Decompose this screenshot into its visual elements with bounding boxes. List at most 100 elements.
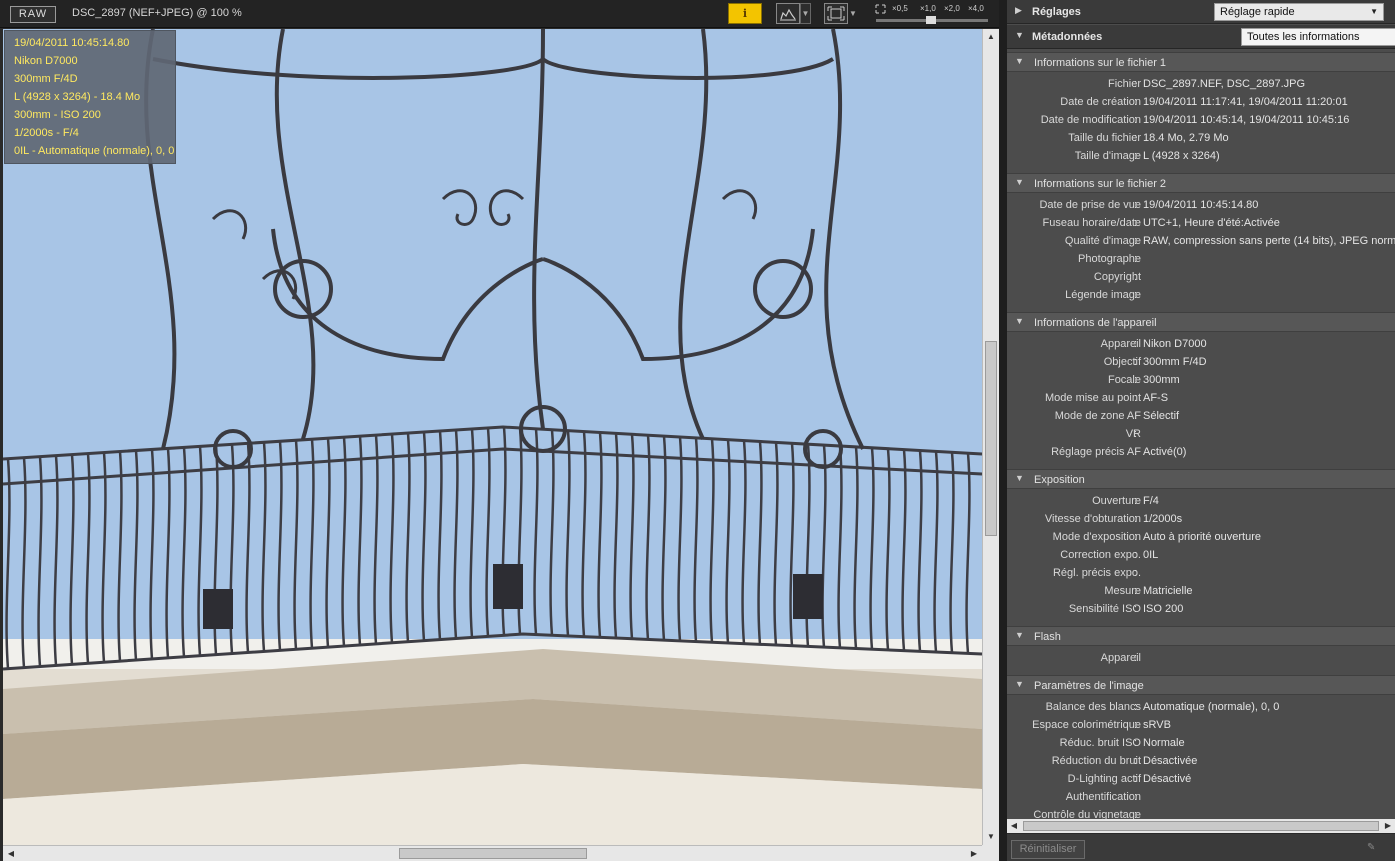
metadata-value: UTC+1, Heure d'été:Activée xyxy=(1143,217,1280,229)
histogram-dropdown[interactable]: ▼ xyxy=(800,3,811,24)
collapse-arrow-icon[interactable]: ▼ xyxy=(1015,56,1024,66)
metadata-section-title: Paramètres de l'image xyxy=(1034,680,1144,692)
fit-dropdown-icon[interactable]: ▼ xyxy=(849,9,857,18)
metadata-value: 19/04/2011 11:17:41, 19/04/2011 11:20:01 xyxy=(1143,96,1348,108)
metadonnees-filter-select[interactable]: Toutes les informations xyxy=(1241,28,1395,46)
scroll-left-icon[interactable]: ◀ xyxy=(1007,819,1021,833)
overlay-line: L (4928 x 3264) - 18.4 Mo xyxy=(14,91,141,103)
collapse-arrow-icon[interactable]: ▼ xyxy=(1015,30,1024,40)
metadata-colon: : xyxy=(1134,132,1138,144)
viewnx-window: RAW DSC_2897 (NEF+JPEG) @ 100 % i ▼ ▼ ×0… xyxy=(0,0,1395,861)
vertical-scrollbar[interactable]: ▲ ▼ xyxy=(982,29,999,845)
edit-icon[interactable]: ✎ xyxy=(1367,842,1381,854)
image-viewer: RAW DSC_2897 (NEF+JPEG) @ 100 % i ▼ ▼ ×0… xyxy=(0,0,1000,861)
metadata-value: Désactivé xyxy=(1143,773,1192,785)
metadata-row: Réduction du bruit: Désactivée xyxy=(1007,753,1395,771)
raw-button[interactable]: RAW xyxy=(10,6,56,23)
collapse-arrow-icon[interactable]: ▼ xyxy=(1015,177,1024,187)
metadata-section-header[interactable]: ▼ Exposition xyxy=(1007,469,1395,489)
horizontal-scroll-thumb[interactable] xyxy=(399,848,587,859)
fit-screen-button[interactable] xyxy=(824,3,848,24)
overlay-line: 19/04/2011 10:45:14.80 xyxy=(14,37,130,49)
metadata-row: Taille du fichier:18.4 Mo, 2.79 Mo xyxy=(1007,130,1395,148)
panel-scroll-thumb[interactable] xyxy=(1023,821,1379,831)
metadata-key: Légende image xyxy=(1065,289,1141,301)
histogram-button[interactable] xyxy=(776,3,800,24)
metadata-value: RAW, compression sans perte (14 bits), J… xyxy=(1143,235,1395,247)
metadata-row: Copyright: xyxy=(1007,269,1395,287)
collapse-arrow-icon[interactable]: ▼ xyxy=(1015,473,1024,483)
metadata-colon: : xyxy=(1134,96,1138,108)
metadata-row: Réglage précis AF: Activé(0) xyxy=(1007,444,1395,462)
collapse-arrow-icon[interactable]: ▼ xyxy=(1015,316,1024,326)
horizontal-scrollbar[interactable]: ◀ ▶ xyxy=(3,845,982,861)
metadata-section-header[interactable]: ▼ Flash xyxy=(1007,626,1395,646)
collapse-arrow-icon[interactable]: ▼ xyxy=(1015,630,1024,640)
metadata-colon: : xyxy=(1134,549,1138,561)
metadonnees-header[interactable]: ▼ Métadonnées Toutes les informations xyxy=(1007,25,1395,49)
metadata-row: Sensibilité ISO: ISO 200 xyxy=(1007,601,1395,619)
metadata-row: Appareil: xyxy=(1007,650,1395,668)
metadata-row: Authentification: xyxy=(1007,789,1395,807)
scroll-up-icon[interactable]: ▲ xyxy=(983,29,999,45)
metadata-colon: : xyxy=(1134,356,1138,368)
metadata-value: 19/04/2011 10:45:14.80 xyxy=(1143,199,1259,211)
metadata-section-title: Exposition xyxy=(1034,474,1085,486)
metadata-key: Qualité d'image xyxy=(1064,235,1141,247)
metadata-section-title: Flash xyxy=(1034,631,1061,643)
scroll-down-icon[interactable]: ▼ xyxy=(983,829,999,845)
info-overlay-button[interactable]: i xyxy=(728,3,762,24)
collapse-arrow-icon[interactable]: ▼ xyxy=(1015,679,1024,689)
metadata-section-header[interactable]: ▼ Informations de l'appareil xyxy=(1007,312,1395,332)
fit-screen-icon xyxy=(827,6,845,21)
reglages-header[interactable]: ▶ Réglages Réglage rapide ▼ xyxy=(1007,0,1395,24)
metadata-colon: : xyxy=(1134,652,1138,664)
metadata-colon: : xyxy=(1134,150,1138,162)
metadata-colon: : xyxy=(1134,199,1138,211)
zoom-slider[interactable]: ×0,5 ×1,0 ×2,0 ×4,0 xyxy=(870,2,992,26)
metadata-value: Automatique (normale), 0, 0 xyxy=(1143,701,1280,713)
metadata-value: Matricielle xyxy=(1143,585,1193,597)
metadata-value: 0IL xyxy=(1143,549,1159,561)
metadata-colon: : xyxy=(1134,495,1138,507)
overlay-line: 300mm - ISO 200 xyxy=(14,109,101,121)
expand-arrow-icon[interactable]: ▶ xyxy=(1015,5,1022,16)
metadata-key: Réduc. bruit ISO xyxy=(1059,737,1141,749)
metadata-value: 300mm F/4D xyxy=(1143,356,1207,368)
vertical-scroll-thumb[interactable] xyxy=(985,341,997,536)
reglages-title: Réglages xyxy=(1032,6,1081,18)
metadata-key: Date de modification xyxy=(1040,114,1141,126)
zoom-thumb[interactable] xyxy=(926,16,936,24)
reset-button[interactable]: Réinitialiser xyxy=(1011,840,1085,859)
metadata-row: Taille d'image: L (4928 x 3264) xyxy=(1007,148,1395,166)
metadata-colon: : xyxy=(1134,719,1138,731)
metadata-key: Mode d'exposition xyxy=(1052,531,1141,543)
overlay-line: Nikon D7000 xyxy=(14,55,78,67)
metadata-key: Taille du fichier xyxy=(1068,132,1141,144)
metadata-key: Balance des blancs xyxy=(1045,701,1141,713)
metadata-colon: : xyxy=(1134,603,1138,615)
metadata-value: Auto à priorité ouverture xyxy=(1143,531,1262,543)
reglages-select[interactable]: Réglage rapide ▼ xyxy=(1214,3,1384,21)
metadata-key: Taille d'image xyxy=(1074,150,1141,162)
metadata-colon: : xyxy=(1134,701,1138,713)
panel-splitter[interactable] xyxy=(999,0,1007,861)
metadata-row: Réduc. bruit ISO: Normale xyxy=(1007,735,1395,753)
metadata-section-header[interactable]: ▼ Paramètres de l'image xyxy=(1007,675,1395,695)
scroll-right-icon[interactable]: ▶ xyxy=(966,846,982,861)
metadata-key: Réduction du bruit xyxy=(1051,755,1141,767)
metadata-section-header[interactable]: ▼ Informations sur le fichier 2 xyxy=(1007,173,1395,193)
zoom-label-two: ×2,0 xyxy=(944,4,960,13)
metadata-row: VR: xyxy=(1007,426,1395,444)
scroll-right-icon[interactable]: ▶ xyxy=(1381,819,1395,833)
panel-horizontal-scrollbar[interactable]: ◀ ▶ xyxy=(1007,819,1395,833)
histogram-icon xyxy=(780,8,796,21)
metadata-row: Ouverture: F/4 xyxy=(1007,493,1395,511)
side-panel: ▶ Réglages Réglage rapide ▼ ▼ Métadonnée… xyxy=(1007,0,1395,861)
scroll-left-icon[interactable]: ◀ xyxy=(3,846,19,861)
zoom-label-half: ×0,5 xyxy=(892,4,908,13)
metadata-row: Vitesse d'obturation:1/2000s xyxy=(1007,511,1395,529)
shooting-info-overlay: 19/04/2011 10:45:14.80 Nikon D7000 300mm… xyxy=(4,30,176,164)
metadata-section-header[interactable]: ▼ Informations sur le fichier 1 xyxy=(1007,52,1395,72)
metadata-colon: : xyxy=(1134,271,1138,283)
